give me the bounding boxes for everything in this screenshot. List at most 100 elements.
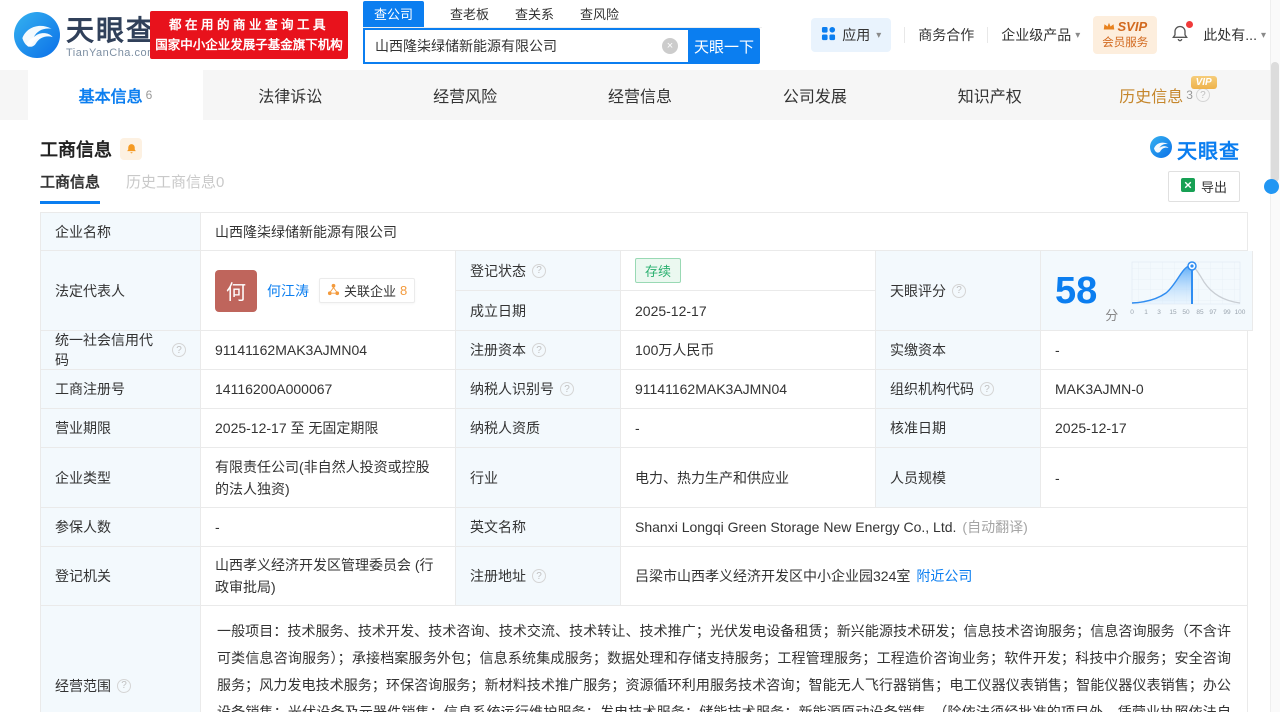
svg-text:99: 99 [1224,309,1232,316]
tab-operating-info[interactable]: 经营信息 [553,70,728,120]
field-value-staff-size: - [1041,448,1248,508]
network-icon [327,283,340,299]
nearby-companies-link[interactable]: 附近公司 [916,566,972,586]
tab-company-development[interactable]: 公司发展 [727,70,902,120]
export-label: 导出 [1200,179,1227,195]
table-row: 企业名称 山西隆柒绿储新能源有限公司 [41,213,1248,251]
search-area: 查公司 查老板 查关系 查风险 × 天眼一下 [363,1,762,64]
field-value-english-name: Shanxi Longqi Green Storage New Energy C… [621,508,1248,547]
field-label-org-code: 组织机构代码? [876,370,1041,409]
field-value-approval-date: 2025-12-17 [1041,409,1248,448]
help-icon[interactable]: ? [980,382,994,396]
score-number: 58 [1055,269,1098,312]
search-input[interactable] [363,28,688,64]
field-label-taxpayer-id: 纳税人识别号? [456,370,621,409]
clear-icon[interactable]: × [662,38,678,54]
apps-menu[interactable]: 应用 ▾ [811,18,892,52]
field-label-paid-capital: 实缴资本 [876,331,1041,370]
legal-rep-avatar[interactable]: 何 [215,269,257,312]
table-row: 企业类型 有限责任公司(非自然人投资或控股的法人独资) 行业 电力、热力生产和供… [41,448,1248,508]
field-label-taxpayer-quality: 纳税人资质 [456,409,621,448]
field-value-score: 58 分 0 1 3 15 50 85 97 99 100 [1041,251,1254,331]
watermark-logo-icon [1150,135,1172,163]
search-button[interactable]: 天眼一下 [688,28,760,64]
field-label-approval-date: 核准日期 [876,409,1041,448]
monitor-bell-icon[interactable] [120,138,142,160]
field-value-org-code: MAK3AJMN-0 [1041,370,1248,409]
nav-business-cooperation[interactable]: 商务合作 [918,25,974,45]
section-title: 工商信息 [40,140,112,160]
search-tab-company[interactable]: 查公司 [363,1,425,27]
svg-text:0: 0 [1130,309,1134,316]
related-companies-badge[interactable]: 关联企业 8 [319,278,416,303]
divider [904,27,906,43]
chevron-down-icon: ▾ [876,29,882,41]
field-label-reg-number: 工商注册号 [41,370,201,409]
scrollbar-thumb[interactable] [1271,62,1279,182]
vip-badge: VIP [1190,76,1217,89]
help-icon[interactable]: ? [532,343,546,357]
notification-bell-icon[interactable] [1170,20,1194,48]
svg-text:100: 100 [1235,309,1246,316]
side-widget-handle[interactable] [1264,179,1279,194]
subtab-history-business-info[interactable]: 历史工商信息0 [126,171,224,204]
excel-icon [1180,177,1195,195]
nav-enterprise-products[interactable]: 企业级产品 ▾ [1001,25,1080,45]
scrollbar-track[interactable] [1270,0,1280,712]
tab-intellectual-property[interactable]: 知识产权 [902,70,1077,120]
score-distribution-chart: 0 1 3 15 50 85 97 99 100 [1126,258,1246,323]
tianyancha-logo-icon [14,12,60,63]
tab-basic-info[interactable]: 基本信息 6 [28,70,203,120]
header: 天眼查 TianYanCha.com 都在用的商业查询工具 国家中小企业发展子基… [0,0,1280,70]
header-nav: 应用 ▾ 商务合作 企业级产品 ▾ SVIP 会员服务 此处有... ▾ [811,0,1266,70]
related-companies-count: 8 [400,283,408,298]
export-button[interactable]: 导出 [1167,170,1240,202]
field-label-establish-date: 成立日期 [456,291,621,331]
help-icon[interactable]: ? [560,382,574,396]
slogan-badge: 都在用的商业查询工具 国家中小企业发展子基金旗下机构 [150,11,348,59]
main-tab-bar: 基本信息 6 法律诉讼 经营风险 经营信息 公司发展 知识产权 历史信息 3 ?… [0,70,1280,120]
tab-operating-risk[interactable]: 经营风险 [378,70,553,120]
field-value-industry: 电力、热力生产和供应业 [621,448,876,508]
svip-member-badge[interactable]: SVIP 会员服务 [1093,16,1158,54]
tab-count: 3 [1186,88,1193,102]
field-value-company-name: 山西隆柒绿储新能源有限公司 [201,213,1248,251]
field-value-credit-code: 91141162MAK3AJMN04 [201,331,456,370]
svip-label: SVIP [1117,19,1148,34]
help-icon[interactable]: ? [532,263,546,278]
field-value-reg-authority: 山西孝义经济开发区管理委员会 (行政审批局) [201,547,456,606]
table-row: 工商注册号 14116200A000067 纳税人识别号? 91141162MA… [41,370,1248,409]
field-value-taxpayer-quality: - [621,409,876,448]
field-value-reg-number: 14116200A000067 [201,370,456,409]
field-label-reg-address: 注册地址? [456,547,621,606]
search-tab-boss[interactable]: 查老板 [450,4,489,27]
section-header: 工商信息 天眼查 [40,134,1240,164]
subtab-business-info[interactable]: 工商信息 [40,171,101,204]
help-icon[interactable]: ? [952,283,966,298]
search-tab-risk[interactable]: 查风险 [580,4,619,27]
legal-rep-name-link[interactable]: 何江涛 [267,281,309,301]
field-value-taxpayer-id: 91141162MAK3AJMN04 [621,370,876,409]
field-value-establish-date: 2025-12-17 [621,291,876,331]
tab-history-info[interactable]: 历史信息 3 ? VIP [1077,70,1252,120]
help-icon[interactable]: ? [117,678,131,693]
help-icon[interactable]: ? [532,569,546,583]
score-unit: 分 [1105,308,1119,323]
field-label-reg-authority: 登记机关 [41,547,201,606]
chevron-down-icon: ▾ [1075,29,1081,41]
table-row: 登记机关 山西孝义经济开发区管理委员会 (行政审批局) 注册地址? 吕梁市山西孝… [41,547,1248,606]
tab-count: 6 [145,88,153,102]
page: 天眼查 TianYanCha.com 都在用的商业查询工具 国家中小企业发展子基… [0,0,1280,712]
tab-legal-proceedings[interactable]: 法律诉讼 [203,70,378,120]
nav-user-more[interactable]: 此处有... ▾ [1203,25,1266,45]
tianyancha-logo[interactable]: 天眼查 TianYanCha.com [14,12,157,63]
search-tab-relation[interactable]: 查关系 [515,4,554,27]
field-value-company-type: 有限责任公司(非自然人投资或控股的法人独资) [201,448,456,508]
slogan-line2: 国家中小企业发展子基金旗下机构 [155,38,343,52]
help-icon[interactable]: ? [172,343,186,357]
help-icon[interactable]: ? [1195,88,1210,102]
field-value-insured-count: - [201,508,456,547]
field-label-business-term: 营业期限 [41,409,201,448]
crown-icon [1103,19,1115,35]
field-value-business-term: 2025-12-17 至 无固定期限 [201,409,456,448]
